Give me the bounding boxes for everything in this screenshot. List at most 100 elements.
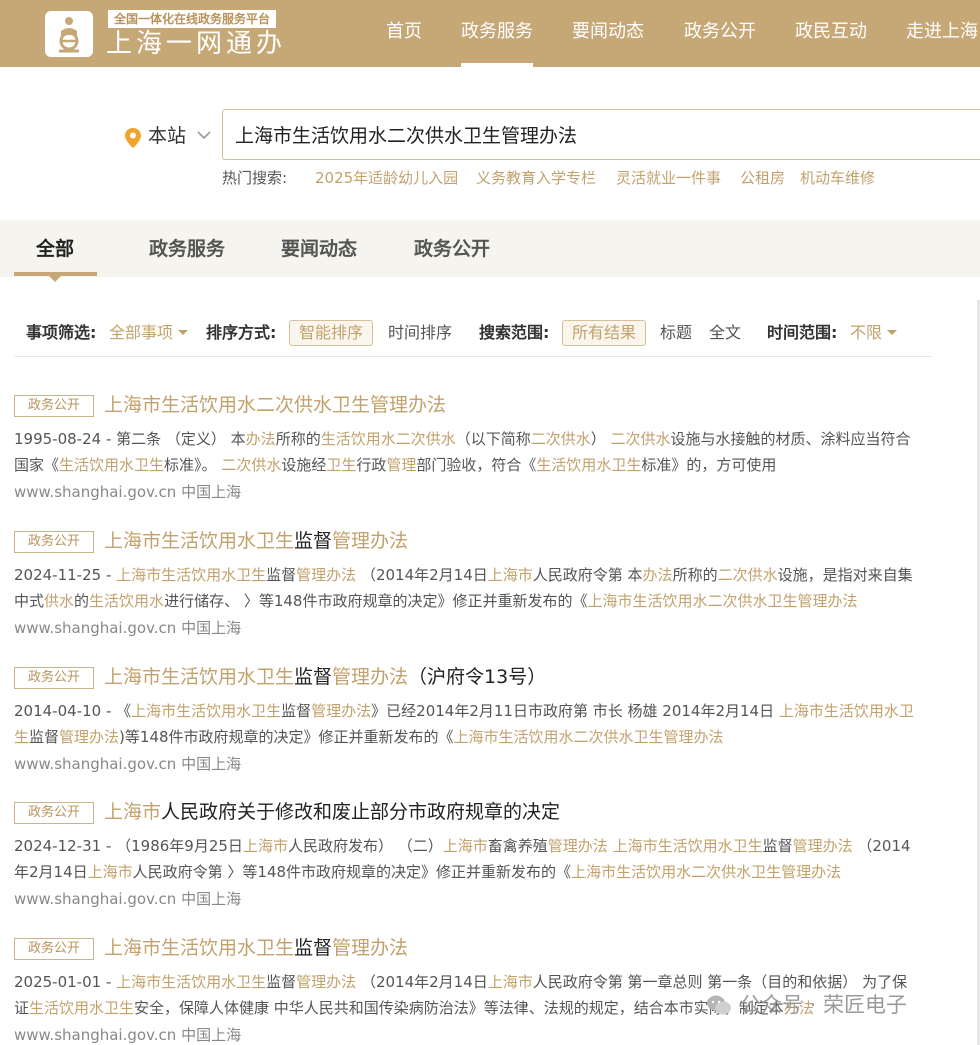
hot-search-link[interactable]: 义务教育入学专栏: [476, 168, 596, 188]
result-title-segment: 管理办法: [332, 666, 409, 688]
result-snippet-segment: 管理办法: [59, 728, 120, 746]
nav-item-news[interactable]: 要闻动态: [572, 0, 644, 67]
result-snippet-segment: 监督: [281, 702, 312, 720]
result-title-segment: 上海市生活饮用水二次供水卫生管理办法: [104, 394, 447, 416]
result-snippet-segment: 2014-04-10 - 《: [14, 702, 132, 720]
search-input[interactable]: [235, 110, 975, 159]
hot-search-link[interactable]: 灵活就业一件事: [616, 168, 721, 188]
result-source: www.shanghai.gov.cn 中国上海: [14, 1026, 242, 1044]
result-snippet: 2024-11-25 - 上海市生活饮用水卫生监督管理办法 （2014年2月14…: [14, 562, 914, 614]
result-snippet-segment: 2024-11-25 -: [14, 566, 117, 584]
result-title-segment: 监督: [294, 937, 333, 959]
nav-item-home[interactable]: 首页: [386, 0, 422, 67]
result-title-segment: 上海市: [104, 801, 162, 823]
result-snippet-segment: 办法: [642, 566, 673, 584]
result-snippet-segment: 上海市: [442, 837, 488, 855]
result-title-link[interactable]: 上海市生活饮用水卫生监督管理办法: [104, 935, 408, 961]
category-filter-dropdown[interactable]: 全部事项: [109, 323, 189, 343]
result-snippet-segment: 安全，保障人体健康 中华人民共和国传染病防治法》等法律、法规的规定，结合本市实际…: [134, 999, 784, 1017]
result-snippet-segment: 上海市生活饮用水卫生: [116, 973, 267, 991]
result-snippet-segment: 生活饮用水卫生: [536, 456, 642, 474]
result-snippet-segment: 监督: [266, 566, 297, 584]
result-snippet-segment: 生活饮用水卫生: [29, 999, 135, 1017]
result-title-segment: 人民政府关于修改和废止部分市政府规章的决定: [161, 801, 561, 823]
result-title-link[interactable]: 上海市生活饮用水二次供水卫生管理办法: [104, 392, 446, 418]
result-snippet-segment: 上海市生活饮用水二次供水卫生管理办法: [571, 863, 842, 881]
logo-title: 上海一网通办: [106, 29, 287, 59]
time-range-dropdown[interactable]: 不限: [850, 323, 898, 343]
tab-news[interactable]: 要闻动态: [281, 236, 357, 262]
result-title-link[interactable]: 上海市人民政府关于修改和废止部分市政府规章的决定: [104, 799, 560, 825]
result-title-segment: 管理办法: [332, 530, 409, 552]
active-tab-caret: [49, 276, 61, 282]
result-snippet-segment: ）: [590, 430, 611, 448]
hot-search-label: 热门搜索:: [222, 169, 288, 187]
result-snippet-segment: （2014年2月14日: [356, 973, 488, 991]
result-title-segment: 监督: [294, 666, 333, 688]
result-snippet-segment: 二次供水: [530, 430, 591, 448]
result-snippet-segment: 上海市生活饮用水卫生: [131, 702, 282, 720]
result-snippet-segment: 卫生: [326, 456, 357, 474]
tab-all[interactable]: 全部: [36, 236, 74, 262]
category-filter-label: 事项筛选:: [26, 323, 97, 342]
result-snippet-segment: 上海市生活饮用水卫生: [116, 566, 267, 584]
result-snippet-segment: （以下简称: [455, 430, 531, 448]
result-snippet-segment: 二次供水: [610, 430, 671, 448]
hot-search-link[interactable]: 机动车维修: [800, 168, 875, 188]
result-snippet-segment: 上海市生活饮用水二次供水卫生管理办法: [453, 728, 724, 746]
result-title-link[interactable]: 上海市生活饮用水卫生监督管理办法（沪府令13号）: [104, 664, 546, 690]
nav-item-interaction[interactable]: 政民互动: [795, 0, 867, 67]
nav-item-about[interactable]: 走进上海: [906, 0, 978, 67]
result-snippet-segment: 生活饮用水二次供水: [320, 430, 456, 448]
sort-label: 排序方式:: [206, 323, 277, 342]
result-tag: 政务公开: [14, 667, 94, 689]
location-label: 本站: [148, 125, 187, 147]
search-box: [222, 109, 980, 160]
result-snippet-segment: 管理办法: [296, 973, 357, 991]
hot-search-link[interactable]: 公租房: [740, 168, 785, 188]
result-snippet-segment: 人民政府令第 本: [532, 566, 643, 584]
result-snippet-segment: 2024-12-31 - （1986年9月25日: [14, 837, 243, 855]
result-snippet-segment: 管理: [386, 456, 417, 474]
tab-services[interactable]: 政务服务: [149, 236, 225, 262]
result-snippet-segment: 管理办法: [311, 702, 372, 720]
result-snippet-segment: 供水: [44, 592, 75, 610]
site-logo-icon[interactable]: [45, 11, 93, 57]
scope-all-button[interactable]: 所有结果: [562, 320, 647, 346]
result-snippet-segment: 所称的: [275, 430, 321, 448]
result-snippet: 1995-08-24 - 第二条 （定义） 本办法所称的生活饮用水二次供水（以下…: [14, 426, 914, 478]
result-snippet-segment: 管理办法: [792, 837, 853, 855]
sort-smart-button[interactable]: 智能排序: [289, 320, 374, 346]
result-snippet-segment: 行政: [356, 456, 387, 474]
result-snippet-segment: 上海市: [87, 863, 133, 881]
filter-divider: [14, 356, 932, 357]
result-source: www.shanghai.gov.cn 中国上海: [14, 483, 242, 501]
result-snippet-segment: 生活饮用水: [89, 592, 165, 610]
result-source: www.shanghai.gov.cn 中国上海: [14, 755, 242, 773]
result-snippet-segment: 生活饮用水卫生: [59, 456, 165, 474]
result-snippet-segment: 1995-08-24 - 第二条 （定义） 本: [14, 430, 246, 448]
scope-title-button[interactable]: 标题: [660, 323, 692, 343]
result-snippet-segment: 管理办法: [547, 837, 608, 855]
result-title-link[interactable]: 上海市生活饮用水卫生监督管理办法: [104, 528, 408, 554]
nav-item-services[interactable]: 政务服务: [461, 0, 533, 67]
result-title-segment: 上海市生活饮用水卫生: [104, 530, 295, 552]
scope-fulltext-button[interactable]: 全文: [709, 323, 741, 343]
nav-item-public[interactable]: 政务公开: [684, 0, 756, 67]
result-title-segment: 监督: [294, 530, 333, 552]
result-snippet-segment: 上海市生活饮用水卫生: [612, 837, 763, 855]
result-snippet-segment: )等148件市政府规章的决定》修正并重新发布的《: [119, 728, 454, 746]
result-snippet-segment: 标准》的，方可使用: [641, 456, 777, 474]
sort-time-button[interactable]: 时间排序: [388, 323, 452, 343]
time-range-label: 时间范围:: [767, 323, 838, 342]
result-snippet-segment: 监督: [762, 837, 793, 855]
result-snippet-segment: 监督: [29, 728, 60, 746]
category-filter-value: 全部事项: [109, 323, 174, 342]
result-snippet-segment: 上海市: [487, 973, 533, 991]
result-snippet-segment: 2025-01-01 -: [14, 973, 117, 991]
tab-public[interactable]: 政务公开: [414, 236, 490, 262]
result-snippet: 2024-12-31 - （1986年9月25日上海市人民政府发布） （二）上海…: [14, 833, 914, 885]
result-snippet-segment: 》已经2014年2月11日市政府第 市长 杨雄 2014年2月14日: [371, 702, 779, 720]
watermark-text: 公众号 · 荣匠电子: [740, 993, 908, 1017]
hot-search-link[interactable]: 2025年适龄幼儿入园: [315, 168, 458, 188]
